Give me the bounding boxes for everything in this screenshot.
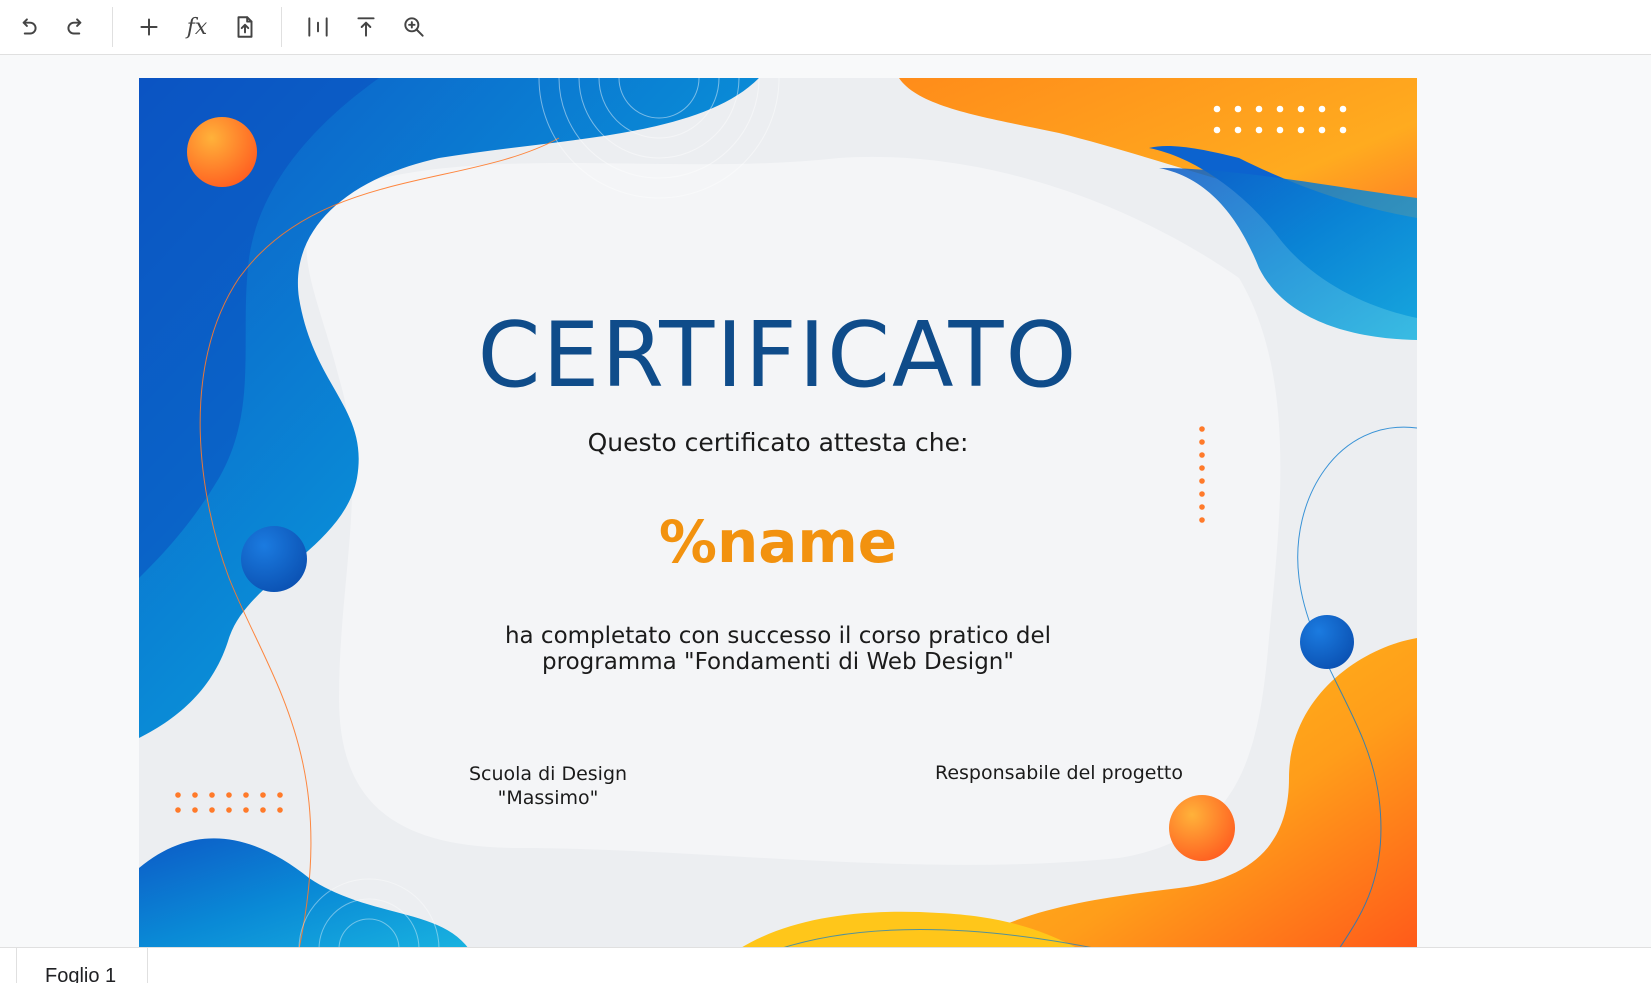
zoom-in-icon[interactable] <box>394 7 434 47</box>
signature-left-line-1: Scuola di Design <box>468 763 628 785</box>
canvas-area: CERTIFICATO Questo certificato attesta c… <box>0 55 1651 949</box>
function-icon[interactable]: fx <box>177 7 217 47</box>
toolbar-divider <box>281 7 282 47</box>
toolbar: fx <box>0 0 1651 55</box>
upload-file-icon[interactable] <box>225 7 265 47</box>
signature-left: Scuola di Design "Massimo" <box>439 762 657 810</box>
certificate-body-line-1: ha completato con successo il corso prat… <box>504 623 1052 649</box>
certificate-subtitle: Questo certificato attesta che: <box>587 428 969 457</box>
signature-right: Responsabile del progetto <box>935 762 1183 784</box>
column-split-icon[interactable] <box>298 7 338 47</box>
signature-left-line-2: "Massimo" <box>497 787 599 809</box>
undo-icon[interactable] <box>8 7 48 47</box>
certificate[interactable]: CERTIFICATO Questo certificato attesta c… <box>139 78 1417 949</box>
sheet-tabs-bar: Foglio 1 <box>0 947 1651 983</box>
certificate-body-line-2: programma "Fondamenti di Web Design" <box>542 649 1014 675</box>
add-icon[interactable] <box>129 7 169 47</box>
sheet-tab-foglio-1[interactable]: Foglio 1 <box>16 948 148 983</box>
align-top-icon[interactable] <box>346 7 386 47</box>
redo-icon[interactable] <box>56 7 96 47</box>
certificate-title: CERTIFICATO <box>477 303 1079 408</box>
toolbar-divider <box>112 7 113 47</box>
recipient-name-placeholder: %name <box>658 508 898 576</box>
